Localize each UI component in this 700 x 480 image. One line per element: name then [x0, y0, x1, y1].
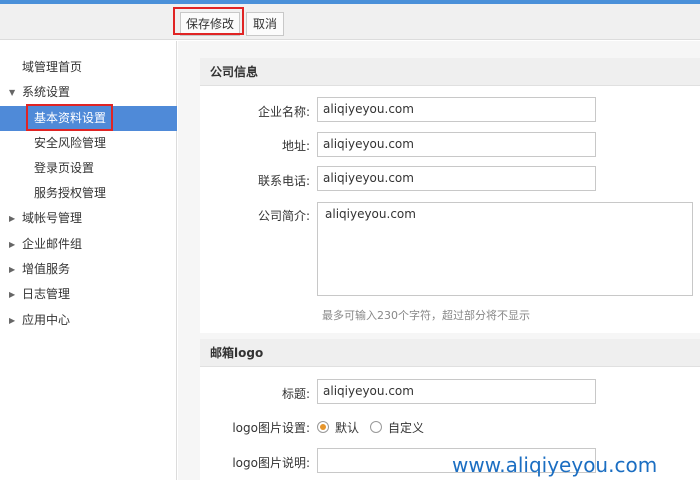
radio-custom-label[interactable]: 自定义 — [388, 419, 424, 436]
phone-label: 联系电话: — [257, 174, 310, 188]
sidebar-item-label: 服务授权管理 — [34, 186, 107, 200]
address-input[interactable]: aliqiyeyou.com — [317, 132, 596, 157]
radio-default[interactable] — [317, 421, 329, 433]
sidebar-item-mail-groups[interactable]: ▶ 企业邮件组 — [0, 232, 177, 257]
sidebar-item-app-center[interactable]: ▶ 应用中心 — [0, 308, 177, 333]
toolbar: 保存修改 取消 — [0, 4, 700, 40]
logo-title-label: 标题: — [281, 387, 310, 401]
company-intro-label: 公司简介: — [257, 209, 310, 223]
save-button-highlight — [173, 7, 244, 35]
sidebar-item-security-risk[interactable]: 安全风险管理 — [0, 131, 177, 156]
logo-title-input[interactable]: aliqiyeyou.com — [317, 379, 596, 404]
sidebar-item-login-page[interactable]: 登录页设置 — [0, 156, 177, 181]
intro-char-limit-hint: 最多可输入230个字符，超过部分将不显示 — [322, 309, 530, 322]
sidebar-item-label: 企业邮件组 — [22, 237, 83, 251]
sidebar-item-logs[interactable]: ▶ 日志管理 — [0, 282, 177, 307]
sidebar-item-domain-home[interactable]: 域管理首页 — [0, 55, 177, 80]
cancel-button[interactable]: 取消 — [246, 12, 284, 36]
sidebar-item-label: 域管理首页 — [22, 60, 83, 74]
sidebar-item-system-settings[interactable]: ▼ 系统设置 — [0, 80, 177, 105]
logo-image-label: logo图片设置: — [232, 421, 310, 435]
company-intro-textarea[interactable]: aliqiyeyou.com — [317, 202, 693, 296]
radio-default-label[interactable]: 默认 — [335, 419, 359, 436]
sidebar-item-service-auth[interactable]: 服务授权管理 — [0, 181, 177, 206]
company-name-input[interactable]: aliqiyeyou.com — [317, 97, 596, 122]
radio-custom[interactable] — [370, 421, 382, 433]
sidebar-item-label: 域帐号管理 — [22, 211, 83, 225]
caret-right-icon: ▶ — [9, 290, 16, 299]
company-info-panel: 公司信息 企业名称: aliqiyeyou.com 地址: aliqiyeyou… — [200, 58, 700, 333]
sidebar-item-label: 应用中心 — [22, 313, 71, 327]
caret-right-icon: ▶ — [9, 265, 16, 274]
sidebar-item-label: 安全风险管理 — [34, 136, 107, 150]
sidebar-item-value-added[interactable]: ▶ 增值服务 — [0, 257, 177, 282]
company-name-label: 企业名称: — [257, 105, 310, 119]
caret-right-icon: ▶ — [9, 214, 16, 223]
phone-input[interactable]: aliqiyeyou.com — [317, 166, 596, 191]
section-title: 公司信息 — [200, 58, 700, 86]
sidebar-item-label: 日志管理 — [22, 287, 71, 301]
section-title: 邮箱logo — [200, 339, 700, 367]
sidebar-item-highlight — [26, 104, 113, 131]
caret-down-icon: ▼ — [9, 88, 16, 97]
sidebar-item-label: 登录页设置 — [34, 161, 95, 175]
sidebar-item-label: 系统设置 — [22, 85, 71, 99]
caret-right-icon: ▶ — [9, 316, 16, 325]
watermark: www.aliqiyeyou.com — [452, 453, 658, 477]
main-content: 公司信息 企业名称: aliqiyeyou.com 地址: aliqiyeyou… — [178, 41, 700, 480]
sidebar-item-domain-accounts[interactable]: ▶ 域帐号管理 — [0, 206, 177, 231]
logo-desc-label: logo图片说明: — [232, 456, 310, 470]
address-label: 地址: — [281, 139, 310, 153]
caret-right-icon: ▶ — [9, 240, 16, 249]
sidebar-item-label: 增值服务 — [22, 262, 71, 276]
